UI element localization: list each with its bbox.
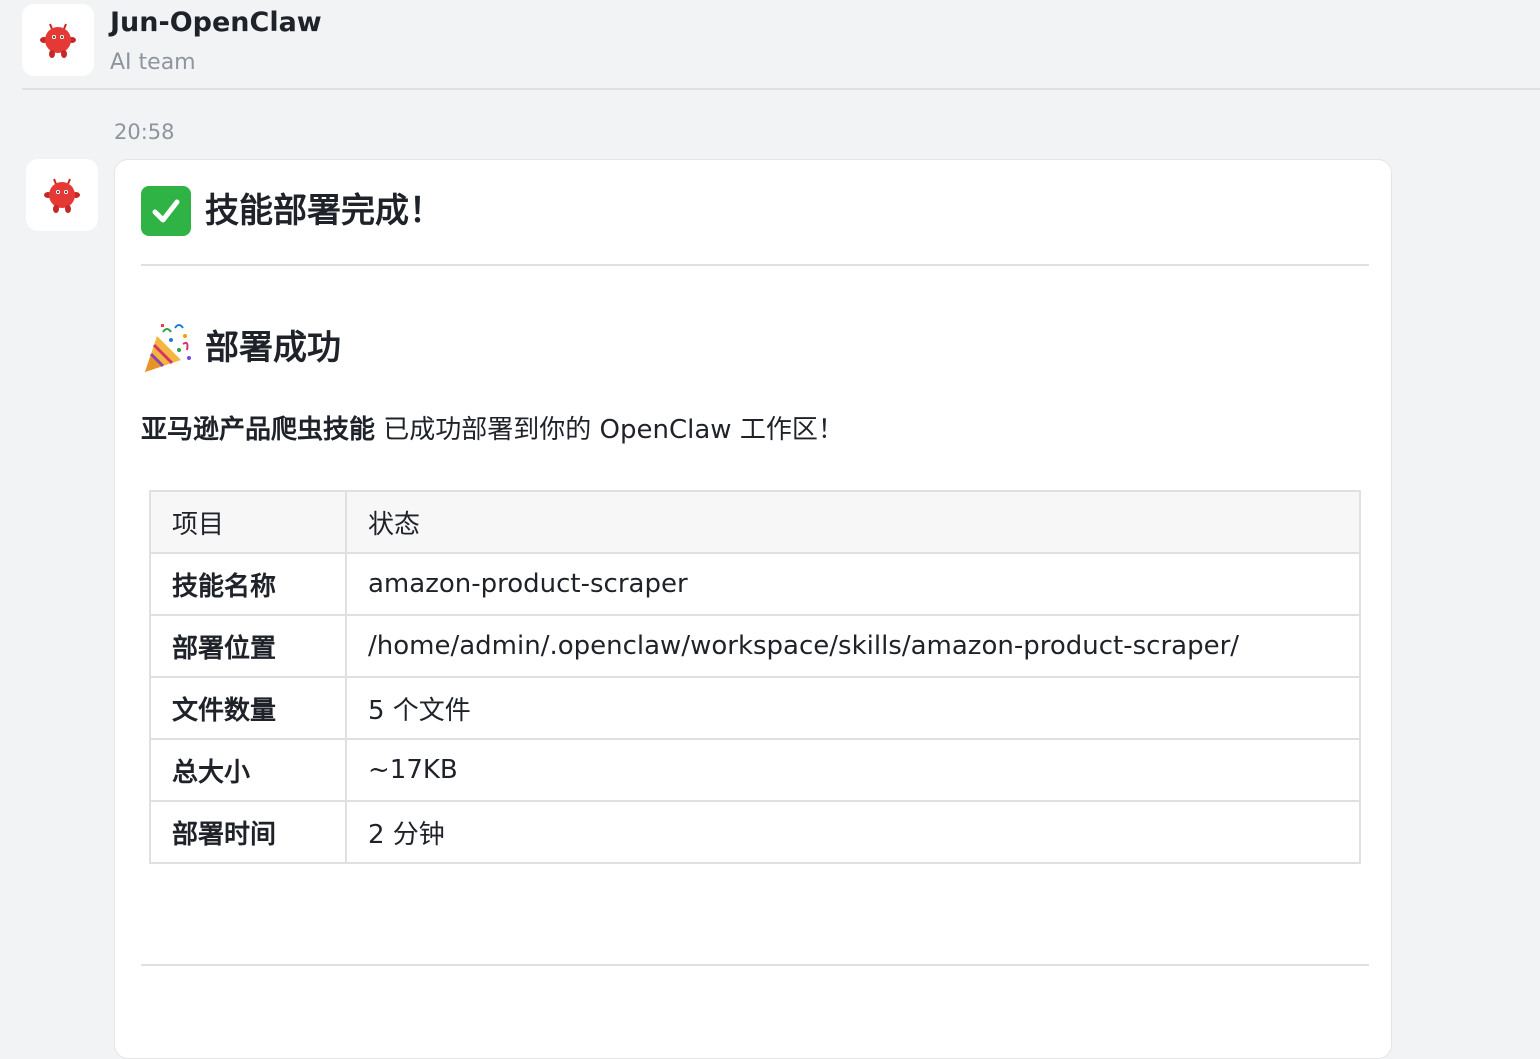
table-value-cell: ~17KB — [345, 738, 1361, 802]
header-divider — [22, 88, 1540, 90]
red-creature-icon — [44, 178, 80, 213]
deploy-info-table: 项目 状态 技能名称 amazon-product-scraper 部署位置 /… — [149, 490, 1361, 864]
check-mark-button-icon — [141, 186, 191, 236]
table-key-cell: 总大小 — [149, 738, 347, 802]
party-popper-icon — [145, 324, 191, 372]
table-value-cell: /home/admin/.openclaw/workspace/skills/a… — [345, 614, 1361, 678]
heading-success: 部署成功 — [141, 322, 341, 374]
table-row: 技能名称 amazon-product-scraper — [149, 552, 1361, 616]
red-creature-icon — [40, 23, 76, 58]
message-timestamp: 20:58 — [114, 120, 175, 144]
divider — [141, 964, 1369, 966]
message-avatar[interactable] — [26, 159, 98, 231]
table-value-cell: amazon-product-scraper — [345, 552, 1361, 616]
heading-complete: 技能部署完成！ — [141, 186, 443, 236]
table-value-cell: 2 分钟 — [345, 800, 1361, 864]
table-header-cell: 项目 — [149, 490, 347, 554]
message-paragraph: 亚马逊产品爬虫技能 已成功部署到你的 OpenClaw 工作区！ — [141, 412, 844, 448]
table-header-row: 项目 状态 — [149, 490, 1361, 554]
chat-title: Jun-OpenClaw — [110, 7, 322, 38]
paragraph-bold: 亚马逊产品爬虫技能 — [141, 415, 376, 445]
chat-header: Jun-OpenClaw AI team — [0, 0, 1540, 90]
divider — [141, 264, 1369, 266]
table-value-cell: 5 个文件 — [345, 676, 1361, 740]
table-header-cell: 状态 — [345, 490, 1361, 554]
table-row: 文件数量 5 个文件 — [149, 676, 1361, 740]
table-key-cell: 部署位置 — [149, 614, 347, 678]
heading-1: 技能部署完成！ — [205, 191, 443, 231]
table-key-cell: 文件数量 — [149, 676, 347, 740]
heading-2: 部署成功 — [205, 328, 341, 368]
table-key-cell: 部署时间 — [149, 800, 347, 864]
paragraph-text: 已成功部署到你的 OpenClaw 工作区！ — [375, 415, 844, 445]
table-row: 部署位置 /home/admin/.openclaw/workspace/ski… — [149, 614, 1361, 678]
table-row: 部署时间 2 分钟 — [149, 800, 1361, 864]
bot-avatar[interactable] — [22, 4, 94, 76]
table-row: 总大小 ~17KB — [149, 738, 1361, 802]
chat-subtitle: AI team — [110, 50, 196, 75]
message-card: 技能部署完成！ 部署成功 亚马逊产品爬虫技能 已成功部署到你的 OpenClaw… — [114, 159, 1392, 1059]
table-key-cell: 技能名称 — [149, 552, 347, 616]
